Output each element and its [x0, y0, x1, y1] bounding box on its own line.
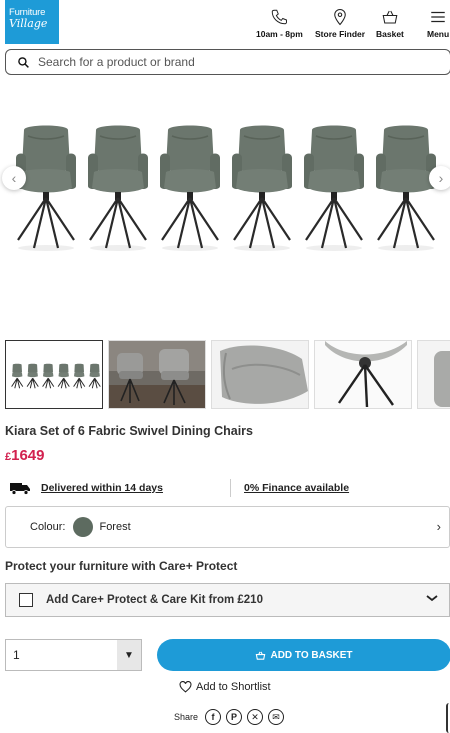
chevron-down-icon[interactable]: [425, 592, 439, 606]
price-amount: 1649: [11, 447, 45, 464]
product-price: £1649: [5, 447, 45, 464]
chair-figure: [370, 122, 442, 252]
search-bar[interactable]: [5, 49, 450, 75]
add-to-shortlist-button[interactable]: Add to Shortlist: [179, 681, 271, 693]
chair-figure: [298, 122, 370, 252]
chair-figure: [154, 122, 226, 252]
menu-button[interactable]: Menu: [427, 8, 449, 39]
search-icon: [18, 56, 29, 68]
add-to-basket-button[interactable]: ADD TO BASKET: [157, 639, 450, 671]
finance-link[interactable]: 0% Finance available: [244, 482, 349, 494]
add-to-basket-label: ADD TO BASKET: [270, 649, 353, 661]
delivery-link[interactable]: Delivered within 14 days: [41, 482, 163, 494]
chevron-right-icon: ›: [436, 519, 441, 534]
x-twitter-icon[interactable]: ✕: [247, 709, 264, 725]
care-protect-label: Add Care+ Protect & Care Kit from £210: [46, 594, 263, 606]
dropdown-arrow-icon: ▼: [117, 640, 141, 670]
gallery-next-button[interactable]: ›: [429, 166, 450, 190]
search-input[interactable]: [38, 55, 428, 69]
colour-value: Forest: [99, 521, 131, 533]
quantity-select[interactable]: 1 ▼: [5, 639, 142, 671]
facebook-icon[interactable]: f: [205, 709, 222, 725]
quantity-value: 1: [13, 648, 20, 662]
chevron-right-icon: ›: [438, 170, 444, 186]
delivery-finance-row: Delivered within 14 days 0% Finance avai…: [5, 479, 450, 497]
care-protect-heading: Protect your furniture with Care+ Protec…: [5, 559, 238, 573]
info-divider: [230, 479, 231, 497]
phone-icon: [272, 9, 288, 25]
care-protect-option[interactable]: Add Care+ Protect & Care Kit from £210: [5, 583, 450, 617]
colour-selector[interactable]: Colour: Forest ›: [5, 506, 450, 548]
basket-link[interactable]: Basket: [376, 8, 404, 39]
product-title: Kiara Set of 6 Fabric Swivel Dining Chai…: [5, 424, 253, 438]
opening-hours-link[interactable]: 10am - 8pm: [256, 8, 303, 39]
email-icon[interactable]: ✉: [268, 709, 285, 725]
logo-line-2: Village: [9, 17, 48, 30]
hamburger-icon: [431, 11, 445, 23]
pinterest-icon[interactable]: P: [226, 709, 243, 725]
gallery-prev-button[interactable]: ‹: [2, 166, 26, 190]
chair-figure: [226, 122, 298, 252]
thumbnail-seat-closeup[interactable]: [211, 340, 309, 409]
store-finder-link[interactable]: Store Finder: [315, 8, 365, 39]
colour-swatch: [73, 517, 94, 537]
basket-icon: [382, 10, 398, 24]
share-label: Share: [174, 712, 199, 722]
heart-icon: [179, 681, 192, 693]
basket-label: Basket: [376, 29, 404, 39]
thumbnail-leg-closeup[interactable]: [314, 340, 412, 409]
chair-figure: [82, 122, 154, 252]
thumbnail-strip: [5, 340, 450, 410]
site-header: Furniture Village 10am - 8pm Store Finde…: [0, 0, 450, 46]
store-finder-label: Store Finder: [315, 29, 366, 39]
care-protect-checkbox[interactable]: [19, 593, 33, 607]
location-pin-icon: [334, 9, 346, 26]
product-main-image[interactable]: [0, 100, 450, 270]
delivery-info: Delivered within 14 days: [5, 481, 163, 495]
menu-label: Menu: [427, 29, 450, 39]
share-row: Share f P ✕ ✉: [174, 709, 285, 725]
thumbnail-fabric-detail[interactable]: [417, 340, 450, 409]
basket-icon: [256, 651, 266, 660]
thumbnail-set-of-six[interactable]: [5, 340, 103, 409]
shortlist-label: Add to Shortlist: [196, 681, 271, 693]
chevron-left-icon: ‹: [11, 170, 17, 186]
chair-set-image: [10, 122, 442, 252]
delivery-truck-icon: [10, 483, 30, 495]
colour-label: Colour:: [30, 521, 66, 533]
furniture-village-logo[interactable]: Furniture Village: [5, 0, 59, 44]
opening-hours-label: 10am - 8pm: [256, 29, 303, 39]
thumbnail-room-setting[interactable]: [108, 340, 206, 409]
feedback-tab[interactable]: [446, 703, 450, 733]
